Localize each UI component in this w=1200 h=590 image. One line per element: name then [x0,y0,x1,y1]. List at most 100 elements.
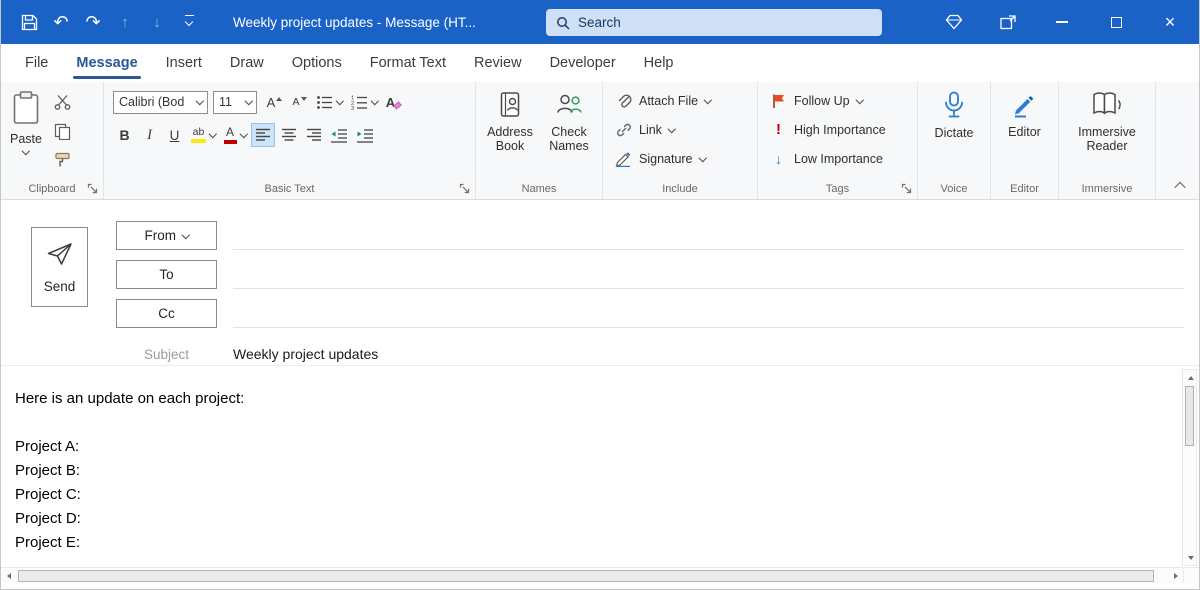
send-label: Send [43,278,76,294]
font-color-button[interactable]: A [221,123,250,147]
maximize-button[interactable] [1089,0,1143,44]
ribbon-group-voice: Dictate Voice [918,82,991,199]
font-size-select[interactable]: 11 [213,90,257,114]
ribbon-group-editor: Editor Editor [991,82,1059,199]
send-button[interactable]: Send [31,227,88,307]
to-field[interactable] [233,260,1184,289]
check-names-button[interactable]: Check Names [541,88,597,178]
paste-button[interactable]: Paste [6,88,46,178]
scroll-right-button[interactable] [1168,568,1183,583]
minimize-button[interactable] [1035,0,1089,44]
scissors-icon [55,94,71,110]
link-icon [615,122,632,138]
message-body[interactable]: Here is an update on each project: Proje… [1,366,1199,567]
editor-button[interactable]: Editor [1004,88,1045,178]
address-book-button[interactable]: Address Book [481,88,539,178]
grow-font-button[interactable]: A [263,90,286,114]
italic-button[interactable]: I [138,123,161,147]
chevron-down-icon [335,97,344,105]
scroll-left-button[interactable] [1,568,16,583]
horizontal-scroll-thumb[interactable] [18,569,1154,582]
basic-text-group-label: Basic Text [264,182,315,195]
ribbon: Paste Clipboard Calibri (Bod 11 A A 1 2 … [1,82,1199,200]
decrease-indent-icon [331,128,347,143]
compose-header: Send From To Cc Subject Weekly project u… [1,200,1199,366]
align-left-icon [256,128,270,141]
voice-group-label: Voice [940,182,968,195]
tab-format-text[interactable]: Format Text [356,44,460,82]
tab-file[interactable]: File [11,44,62,82]
move-up-icon[interactable]: ↑ [109,6,141,38]
format-painter-button[interactable] [51,149,75,171]
window-controls: × [927,0,1199,44]
decrease-indent-button[interactable] [327,123,351,147]
vertical-scrollbar[interactable] [1182,369,1197,566]
tab-options[interactable]: Options [278,44,356,82]
basic-text-dialog-launcher[interactable] [458,182,471,195]
from-field[interactable] [233,221,1184,250]
clipboard-group-label: Clipboard [28,182,76,195]
cc-button[interactable]: Cc [116,299,217,328]
ribbon-tab-bar: File Message Insert Draw Options Format … [1,44,1199,82]
tab-developer[interactable]: Developer [536,44,630,82]
shrink-font-button[interactable]: A [288,90,311,114]
increase-indent-button[interactable] [353,123,377,147]
tab-draw[interactable]: Draw [216,44,278,82]
collapse-ribbon-button[interactable] [1171,178,1189,194]
horizontal-scrollbar[interactable] [1,567,1199,583]
link-button[interactable]: Link [608,115,752,144]
vertical-scroll-thumb[interactable] [1185,386,1194,446]
bullets-button[interactable] [313,90,346,114]
undo-icon[interactable]: ↶ [45,6,77,38]
paperclip-icon [615,93,632,109]
immersive-reader-button[interactable]: Immersive Reader [1069,88,1145,178]
attach-file-button[interactable]: Attach File [608,86,752,115]
tab-help[interactable]: Help [630,44,688,82]
premium-diamond-icon[interactable] [927,0,981,44]
customize-quick-access-icon[interactable] [173,6,205,38]
horizontal-scroll-track[interactable] [16,568,1168,583]
subject-field[interactable]: Weekly project updates [233,346,378,362]
clipboard-icon [12,91,40,128]
from-button[interactable]: From [116,221,217,250]
tags-group-label: Tags [825,182,850,195]
to-button[interactable]: To [116,260,217,289]
copy-button[interactable] [51,120,75,142]
clear-formatting-button[interactable]: A [382,90,405,114]
highlight-button[interactable]: ab [188,123,219,147]
tags-dialog-launcher[interactable] [900,182,913,195]
scroll-down-button[interactable] [1183,550,1198,565]
move-down-icon[interactable]: ↓ [141,6,173,38]
align-center-button[interactable] [277,123,300,147]
redo-icon[interactable]: ↷ [77,6,109,38]
caret-down-icon [300,97,307,101]
follow-up-button[interactable]: Follow Up [763,86,912,115]
underline-button[interactable]: U [163,123,186,147]
high-importance-button[interactable]: ! High Importance [763,115,912,144]
scroll-up-button[interactable] [1183,370,1198,385]
bullet-list-icon [317,95,332,109]
save-icon[interactable] [13,6,45,38]
clipboard-dialog-launcher[interactable] [86,182,99,195]
low-importance-button[interactable]: ↓ Low Importance [763,144,912,173]
align-right-button[interactable] [302,123,325,147]
tab-insert[interactable]: Insert [152,44,216,82]
tab-review[interactable]: Review [460,44,536,82]
search-input[interactable] [578,15,872,30]
bold-button[interactable]: B [113,123,136,147]
tab-message[interactable]: Message [62,44,151,82]
ribbon-group-tags: Follow Up ! High Importance ↓ Low Import… [758,82,918,199]
dictate-button[interactable]: Dictate [931,88,978,178]
numbering-button[interactable]: 123 [348,90,381,114]
signature-button[interactable]: Signature [608,144,752,173]
cut-button[interactable] [51,91,75,113]
arrow-left-icon [6,572,11,579]
cc-field[interactable] [233,299,1184,328]
chevron-down-icon [244,97,253,105]
font-name-select[interactable]: Calibri (Bod [113,90,208,114]
chevron-down-icon [239,130,248,138]
search-box[interactable] [546,9,882,36]
close-button[interactable]: × [1143,0,1197,44]
popout-icon[interactable] [981,0,1035,44]
align-left-button[interactable] [251,123,275,147]
